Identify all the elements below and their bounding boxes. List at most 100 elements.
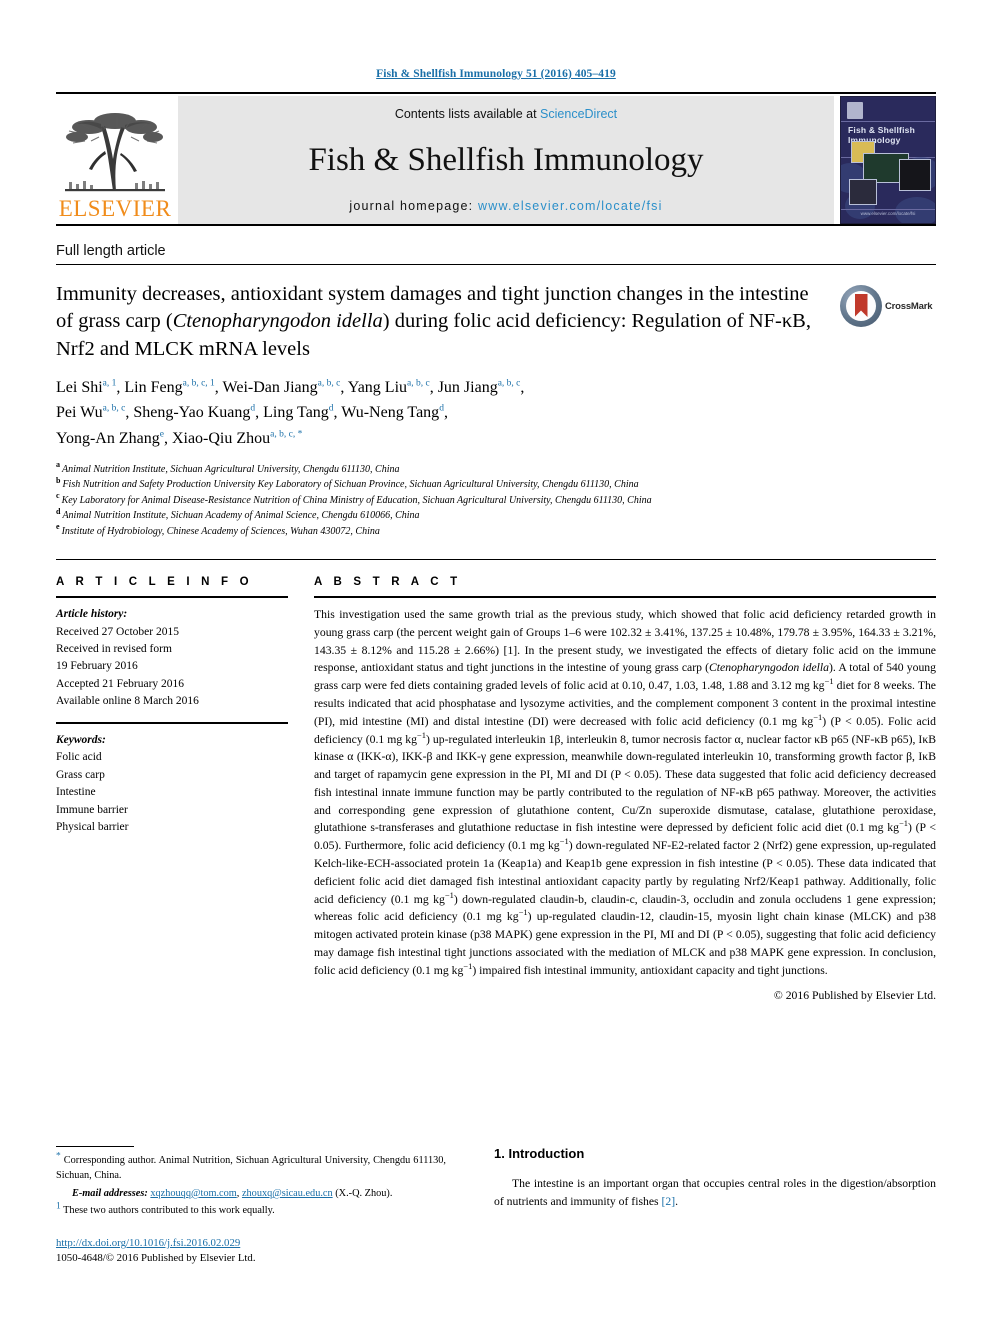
contents-prefix: Contents lists available at xyxy=(394,107,537,121)
affiliation-text: Animal Nutrition Institute, Sichuan Acad… xyxy=(62,510,420,522)
journal-masthead: ELSEVIER Contents lists available at Sci… xyxy=(56,96,936,224)
author-affil-marker: a, b, c xyxy=(407,378,430,389)
affiliation-item: e Institute of Hydrobiology, Chinese Acad… xyxy=(56,522,936,540)
article-info-heading-rule xyxy=(56,596,288,599)
keywords-block: Keywords: Folic acid Grass carp Intestin… xyxy=(56,732,288,837)
abstract-sup: −1 xyxy=(463,960,473,971)
author-affil-marker: d xyxy=(250,404,256,415)
elsevier-tree-icon xyxy=(59,111,171,197)
cover-rule-top xyxy=(841,121,935,122)
homepage-url-link[interactable]: www.elsevier.com/locate/fsi xyxy=(478,199,663,213)
author-name: Yong-An Zhang xyxy=(56,429,160,447)
abstract-sup: −1 xyxy=(416,729,426,740)
crossmark-badge[interactable]: CrossMark xyxy=(840,281,936,327)
author: Wu-Neng Tangd xyxy=(341,404,444,421)
author: Xiao-Qiu Zhoua, b, c, * xyxy=(172,430,302,447)
journal-homepage-line: journal homepage: www.elsevier.com/locat… xyxy=(349,199,662,213)
elsevier-wordmark: ELSEVIER xyxy=(58,196,172,221)
history-item: Accepted 21 February 2016 xyxy=(56,677,185,690)
article-history-label: Article history: xyxy=(56,608,128,621)
article-body-columns: A R T I C L E I N F O Article history: R… xyxy=(56,576,936,1002)
abstract-sup: −1 xyxy=(518,907,528,918)
affiliation-list: a Animal Nutrition Institute, Sichuan Agr… xyxy=(56,460,936,540)
author-affil-marker: a, b, c xyxy=(497,378,521,389)
equal-contribution-marker: 1 xyxy=(56,1201,61,1212)
author-name: Pei Wu xyxy=(56,404,103,422)
article-info-heading: A R T I C L E I N F O xyxy=(56,576,253,589)
crossmark-ribbon-icon xyxy=(854,294,868,317)
masthead-banner: Contents lists available at ScienceDirec… xyxy=(178,96,834,224)
corresponding-author-footnote: * Corresponding author. Animal Nutrition… xyxy=(56,1151,447,1184)
author-affil-marker: e xyxy=(159,429,164,440)
affiliation-marker: c xyxy=(56,491,60,501)
email-footnote: E-mail addresses: xqzhouqq@tom.com, zhou… xyxy=(72,1187,393,1199)
corresponding-author-text: Corresponding author. Animal Nutrition, … xyxy=(56,1154,447,1182)
contents-lists-line: Contents lists available at ScienceDirec… xyxy=(395,107,617,121)
footnotes-column: * Corresponding author. Animal Nutrition… xyxy=(56,1145,447,1267)
author: Jun Jianga, b, c xyxy=(438,379,521,396)
email-link-1[interactable]: xqzhouqq@tom.com xyxy=(150,1188,236,1199)
affiliation-marker: a xyxy=(56,460,60,470)
author-affil-marker: a, b, c, * xyxy=(270,429,303,440)
email-link-2[interactable]: zhouxq@sicau.edu.cn xyxy=(242,1188,333,1199)
affiliation-text: Key Laboratory for Animal Disease-Resist… xyxy=(61,494,652,506)
reference-link-2[interactable]: [2] xyxy=(662,1195,676,1208)
sciencedirect-link[interactable]: ScienceDirect xyxy=(540,107,617,121)
issn-copyright-line: 1050-4648/© 2016 Published by Elsevier L… xyxy=(56,1252,256,1265)
keyword-item: Intestine xyxy=(56,786,96,799)
cover-rule-bottom xyxy=(841,209,935,210)
author: Lei Shia, 1 xyxy=(56,379,116,396)
introduction-heading: 1. Introduction xyxy=(494,1145,585,1161)
author-name: Wu-Neng Tang xyxy=(341,404,440,422)
author: Lin Fenga, b, c, 1 xyxy=(124,379,214,396)
abstract-sup: −1 xyxy=(898,818,908,829)
author-name: Wei-Dan Jiang xyxy=(222,378,318,396)
affiliation-item: c Key Laboratory for Animal Disease-Resis… xyxy=(56,491,936,509)
doi-block: http://dx.doi.org/10.1016/j.fsi.2016.02.… xyxy=(56,1236,446,1267)
journal-cover-thumbnail: Fish & Shellfish Immunology www.elsevier… xyxy=(840,96,936,224)
affiliation-marker: e xyxy=(56,522,60,532)
abstract-heading-rule xyxy=(314,596,936,599)
author: Wei-Dan Jianga, b, c xyxy=(223,379,341,396)
affiliation-item: d Animal Nutrition Institute, Sichuan Aca… xyxy=(56,507,936,524)
abstract-sup: −1 xyxy=(559,836,569,847)
abstract-sup: −1 xyxy=(444,889,454,900)
keyword-item: Physical barrier xyxy=(56,821,129,834)
author-affil-marker: d xyxy=(328,404,334,415)
cover-elsevier-mark xyxy=(847,102,863,119)
author-name: Ling Tang xyxy=(263,404,329,422)
author-name: Xiao-Qiu Zhou xyxy=(171,429,271,447)
masthead-top-rule xyxy=(56,92,936,94)
keyword-item: Immune barrier xyxy=(56,803,128,816)
introduction-text: The intestine is an important organ that… xyxy=(494,1176,936,1209)
abstract-species: Ctenopharyngodon idella xyxy=(709,661,830,675)
corresponding-author-marker: * xyxy=(56,1151,61,1162)
keyword-item: Grass carp xyxy=(56,768,105,781)
affiliation-text: Fish Nutrition and Safety Production Uni… xyxy=(62,479,639,491)
masthead-bottom-rule xyxy=(56,224,936,226)
cover-panel-dark xyxy=(899,159,931,191)
affiliation-item: a Animal Nutrition Institute, Sichuan Agr… xyxy=(56,460,936,478)
doi-link[interactable]: http://dx.doi.org/10.1016/j.fsi.2016.02.… xyxy=(56,1237,240,1249)
author-affil-marker: d xyxy=(439,404,444,415)
keyword-item: Folic acid xyxy=(56,751,102,764)
author-name: Lei Shi xyxy=(56,378,103,396)
history-item: Received in revised form xyxy=(56,642,172,655)
abstract-column: A B S T R A C T This investigation used … xyxy=(314,576,936,1002)
page-footer-area: * Corresponding author. Animal Nutrition… xyxy=(56,1145,936,1267)
history-item: Available online 8 March 2016 xyxy=(56,695,199,708)
author-affil-marker: a, b, c xyxy=(102,404,126,415)
crossmark-label: CrossMark xyxy=(885,300,933,312)
author: Sheng-Yao Kuangd xyxy=(133,404,255,421)
page-title: Immunity decreases, antioxidant system d… xyxy=(56,281,840,363)
article-info-column: A R T I C L E I N F O Article history: R… xyxy=(56,576,288,1002)
abstract-heading: A B S T R A C T xyxy=(314,576,462,589)
homepage-label: journal homepage: xyxy=(349,199,474,213)
email-label: E-mail addresses: xyxy=(72,1187,148,1199)
running-head: Fish & Shellfish Immunology 51 (2016) 40… xyxy=(376,68,616,80)
history-item: Received 27 October 2015 xyxy=(56,625,179,638)
footnote-separator-rule xyxy=(56,1145,134,1147)
journal-article-page: Fish & Shellfish Immunology 51 (2016) 40… xyxy=(0,0,992,1323)
article-type-rule xyxy=(56,264,936,265)
author-name: Lin Feng xyxy=(124,378,183,396)
